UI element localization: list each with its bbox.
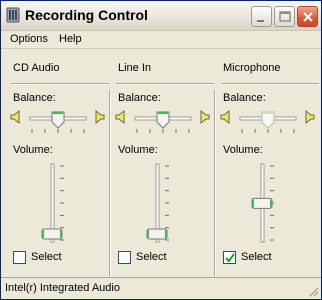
channel-cd-audio: CD Audio Balance: Volume: Select: [7, 50, 111, 277]
volume-slider[interactable]: [39, 162, 67, 244]
minimize-icon: [257, 20, 264, 22]
volume-thumb-highlight-left: [42, 230, 44, 238]
right-speaker-icon: [95, 110, 105, 124]
volume-label: Volume:: [223, 144, 263, 156]
balance-slider[interactable]: [28, 109, 88, 135]
column-separator: [214, 90, 216, 277]
recording-control-window: Recording Control Options Help CD Audio …: [0, 0, 322, 300]
window-title: Recording Control: [25, 7, 148, 23]
minimize-button[interactable]: [251, 6, 272, 27]
resize-grip-icon[interactable]: [307, 285, 319, 297]
channel-header-divider: [221, 83, 319, 85]
left-speaker-icon: [115, 110, 125, 124]
title-bar[interactable]: Recording Control: [1, 1, 321, 31]
volume-thumb-highlight-left: [252, 199, 254, 208]
channel-name: Line In: [118, 62, 152, 74]
volume-thumb-highlight-left: [147, 230, 149, 238]
volume-label: Volume:: [118, 144, 158, 156]
volume-label: Volume:: [13, 144, 53, 156]
column-separator: [109, 90, 111, 277]
volume-thumb-highlight-right: [60, 230, 62, 238]
balance-thumb-highlight: [158, 112, 168, 114]
channel-name: CD Audio: [13, 62, 60, 74]
volume-slider[interactable]: [144, 162, 172, 244]
status-device-name: Intel(r) Integrated Audio: [5, 282, 120, 294]
balance-slider[interactable]: [238, 109, 298, 135]
balance-label: Balance:: [13, 92, 56, 104]
select-checkbox[interactable]: [13, 251, 26, 264]
left-speaker-icon: [220, 110, 230, 124]
balance-slider[interactable]: [133, 109, 193, 135]
menu-options[interactable]: Options: [10, 33, 48, 45]
menu-bar: Options Help: [1, 31, 321, 49]
right-speaker-icon: [200, 110, 210, 124]
maximize-button[interactable]: [274, 6, 295, 27]
volume-slider[interactable]: [249, 162, 277, 244]
select-label[interactable]: Select: [31, 251, 62, 263]
speaker-app-icon: [6, 7, 20, 23]
close-button[interactable]: [297, 6, 318, 27]
volume-thumb: [146, 228, 168, 240]
select-checkbox[interactable]: [118, 251, 131, 264]
channel-header-divider: [11, 83, 109, 85]
volume-thumb-highlight-right: [165, 230, 167, 238]
select-checkbox[interactable]: [223, 251, 236, 264]
select-label[interactable]: Select: [136, 251, 167, 263]
channel-microphone: Microphone Balance: Volume: Select: [217, 50, 321, 277]
balance-label: Balance:: [223, 92, 266, 104]
left-speaker-icon: [10, 110, 20, 124]
volume-thumb-highlight-right: [270, 199, 272, 208]
checkmark-icon: [225, 253, 235, 263]
select-label[interactable]: Select: [241, 251, 272, 263]
maximize-icon: [279, 11, 291, 22]
balance-thumb: [261, 111, 275, 129]
balance-thumb-highlight: [53, 112, 63, 114]
close-icon: [303, 12, 313, 22]
volume-thumb: [251, 197, 273, 209]
right-speaker-icon: [305, 110, 315, 124]
channel-name: Microphone: [223, 62, 281, 74]
balance-thumb: [51, 111, 65, 129]
volume-thumb: [41, 228, 63, 240]
balance-label: Balance:: [118, 92, 161, 104]
menu-help[interactable]: Help: [59, 33, 82, 45]
status-bar: Intel(r) Integrated Audio: [1, 277, 321, 299]
balance-thumb: [156, 111, 170, 129]
channel-line-in: Line In Balance: Volume: Select: [112, 50, 216, 277]
balance-thumb-highlight: [263, 112, 273, 114]
channel-header-divider: [116, 83, 214, 85]
